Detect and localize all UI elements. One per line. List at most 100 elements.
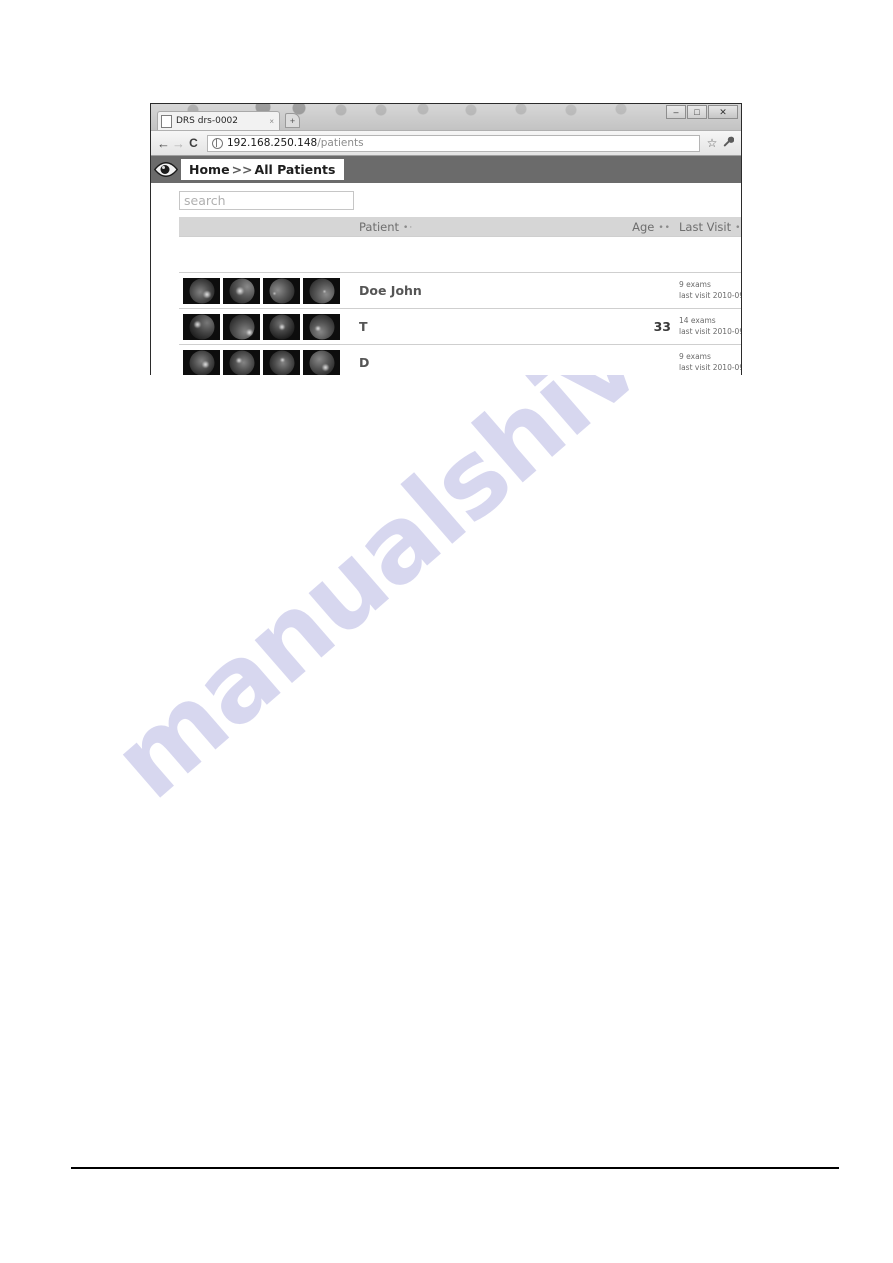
eye-logo-glyph <box>154 162 178 177</box>
retina-thumbnail[interactable] <box>183 313 220 340</box>
browser-toolbar: ← → C 192.168.250.148/patients ☆ <box>151 131 741 156</box>
page-icon <box>161 114 172 128</box>
sort-indicator-age[interactable]: •• <box>658 223 671 233</box>
retina-disc <box>309 314 334 339</box>
maximize-icon[interactable]: □ <box>687 105 707 119</box>
breadcrumb-separator: >> <box>231 162 253 177</box>
optic-disc-highlight <box>202 360 210 368</box>
patients-table-body: Doe John9 examslast visit 2010-09-09T331… <box>179 236 741 376</box>
retina-disc <box>189 278 214 303</box>
column-header-last-visit[interactable]: Last Visit•• <box>675 217 741 237</box>
patient-last-visit-date: last visit 2010-09-09 <box>679 290 741 300</box>
patient-visit-info: 9 examslast visit 2010-09-09 <box>675 273 741 309</box>
patients-table-header: Patient•· Age•• Last Visit•• <box>179 217 741 237</box>
search-input[interactable] <box>179 191 354 210</box>
column-header-age-label: Age <box>632 219 655 234</box>
table-spacer-row <box>179 236 741 273</box>
table-spacer-cell <box>179 236 741 273</box>
table-row[interactable]: Doe John 9 examslast visit 2010-09-09 <box>179 273 741 309</box>
patient-last-visit-date: last visit 2010-09-13 <box>679 362 741 372</box>
retina-thumbnail[interactable] <box>183 349 220 375</box>
reload-icon[interactable]: C <box>186 136 201 150</box>
address-bar[interactable]: 192.168.250.148/patients <box>207 134 700 152</box>
optic-disc-highlight <box>194 320 201 328</box>
window-controls: – □ ✕ <box>666 105 738 119</box>
retina-disc <box>189 314 214 339</box>
retina-thumbnail[interactable] <box>263 349 300 375</box>
patient-name[interactable]: T <box>355 309 543 345</box>
patient-name[interactable]: Doe John <box>355 273 543 309</box>
optic-disc-highlight <box>236 286 244 295</box>
patient-visit-info: 9 examslast visit 2010-09-13 <box>675 345 741 376</box>
optic-disc-highlight <box>273 291 277 295</box>
patient-age <box>611 345 675 376</box>
page-watermark: manualshive.com <box>0 300 893 1000</box>
patient-name[interactable]: D <box>355 345 543 376</box>
search-row <box>179 183 717 210</box>
retina-thumbnail[interactable] <box>223 349 260 375</box>
thumbnail-strip <box>183 349 351 375</box>
column-header-patient[interactable]: Patient •· <box>355 217 543 237</box>
retina-thumbnail[interactable] <box>223 277 260 304</box>
patient-last-visit-date: last visit 2010-09-07 <box>679 326 741 336</box>
retina-thumbnail[interactable] <box>303 349 340 375</box>
optic-disc-highlight <box>236 357 242 364</box>
retina-thumbnail[interactable] <box>183 277 220 304</box>
patient-row-spacer <box>543 309 611 345</box>
globe-icon <box>212 137 223 149</box>
patient-thumbnails-cell <box>179 309 355 345</box>
app-content: Patient•· Age•• Last Visit•• Doe John9 e… <box>151 183 741 375</box>
url-host: 192.168.250.148 <box>227 137 318 149</box>
sort-indicator-last-visit[interactable]: •• <box>735 223 741 233</box>
retina-thumbnail[interactable] <box>303 277 340 304</box>
browser-titlebar: DRS drs-0002 × + – □ ✕ <box>151 104 741 131</box>
table-row[interactable]: T 33 14 examslast visit 2010-09-07 <box>179 309 741 345</box>
patients-table: Patient•· Age•• Last Visit•• Doe John9 e… <box>179 217 741 375</box>
forward-icon[interactable]: → <box>171 136 186 151</box>
eye-icon[interactable] <box>151 156 181 183</box>
watermark-text: manualshive.com <box>90 300 893 823</box>
optic-disc-highlight <box>315 325 321 332</box>
optic-disc-highlight <box>322 363 330 371</box>
minimize-icon[interactable]: – <box>666 105 686 119</box>
column-header-thumbnails <box>179 217 355 237</box>
star-icon[interactable]: ☆ <box>704 136 720 150</box>
tab-title: DRS drs-0002 <box>176 116 239 126</box>
close-icon[interactable]: × <box>267 117 276 126</box>
new-tab-button[interactable]: + <box>285 113 300 128</box>
patient-exam-count: 14 exams <box>679 315 716 325</box>
retina-disc <box>269 350 294 375</box>
patient-row-spacer <box>543 273 611 309</box>
retina-disc <box>309 278 334 303</box>
back-icon[interactable]: ← <box>156 136 171 151</box>
wrench-glyph <box>723 136 734 147</box>
optic-disc-highlight <box>246 328 254 336</box>
close-window-icon[interactable]: ✕ <box>708 105 738 119</box>
breadcrumb-current: All Patients <box>254 162 336 177</box>
patient-visit-info: 14 examslast visit 2010-09-07 <box>675 309 741 345</box>
wrench-icon[interactable] <box>720 136 736 150</box>
column-header-patient-label: Patient <box>359 219 400 234</box>
table-header-row: Patient•· Age•• Last Visit•• <box>179 217 741 237</box>
table-row[interactable]: D 9 examslast visit 2010-09-13 <box>179 345 741 376</box>
optic-disc-highlight <box>279 323 286 330</box>
browser-window: DRS drs-0002 × + – □ ✕ ← → C 192.168.250… <box>150 103 742 375</box>
column-header-last-visit-label: Last Visit <box>679 219 732 234</box>
page-footer-rule <box>71 1167 839 1169</box>
optic-disc-highlight <box>203 290 211 299</box>
retina-thumbnail[interactable] <box>223 313 260 340</box>
column-header-age[interactable]: Age •• <box>611 217 675 237</box>
retina-thumbnail[interactable] <box>303 313 340 340</box>
optic-disc-highlight <box>280 357 285 362</box>
sort-indicator-patient[interactable]: •· <box>403 223 413 233</box>
retina-thumbnail[interactable] <box>263 313 300 340</box>
breadcrumb-home[interactable]: Home <box>189 162 230 177</box>
patient-age <box>611 273 675 309</box>
browser-tab[interactable]: DRS drs-0002 × <box>157 111 280 130</box>
retina-thumbnail[interactable] <box>263 277 300 304</box>
patient-exam-count: 9 exams <box>679 279 711 289</box>
breadcrumb: Home >> All Patients <box>181 159 345 180</box>
patient-row-spacer <box>543 345 611 376</box>
retina-disc <box>309 350 334 375</box>
patient-thumbnails-cell <box>179 345 355 375</box>
